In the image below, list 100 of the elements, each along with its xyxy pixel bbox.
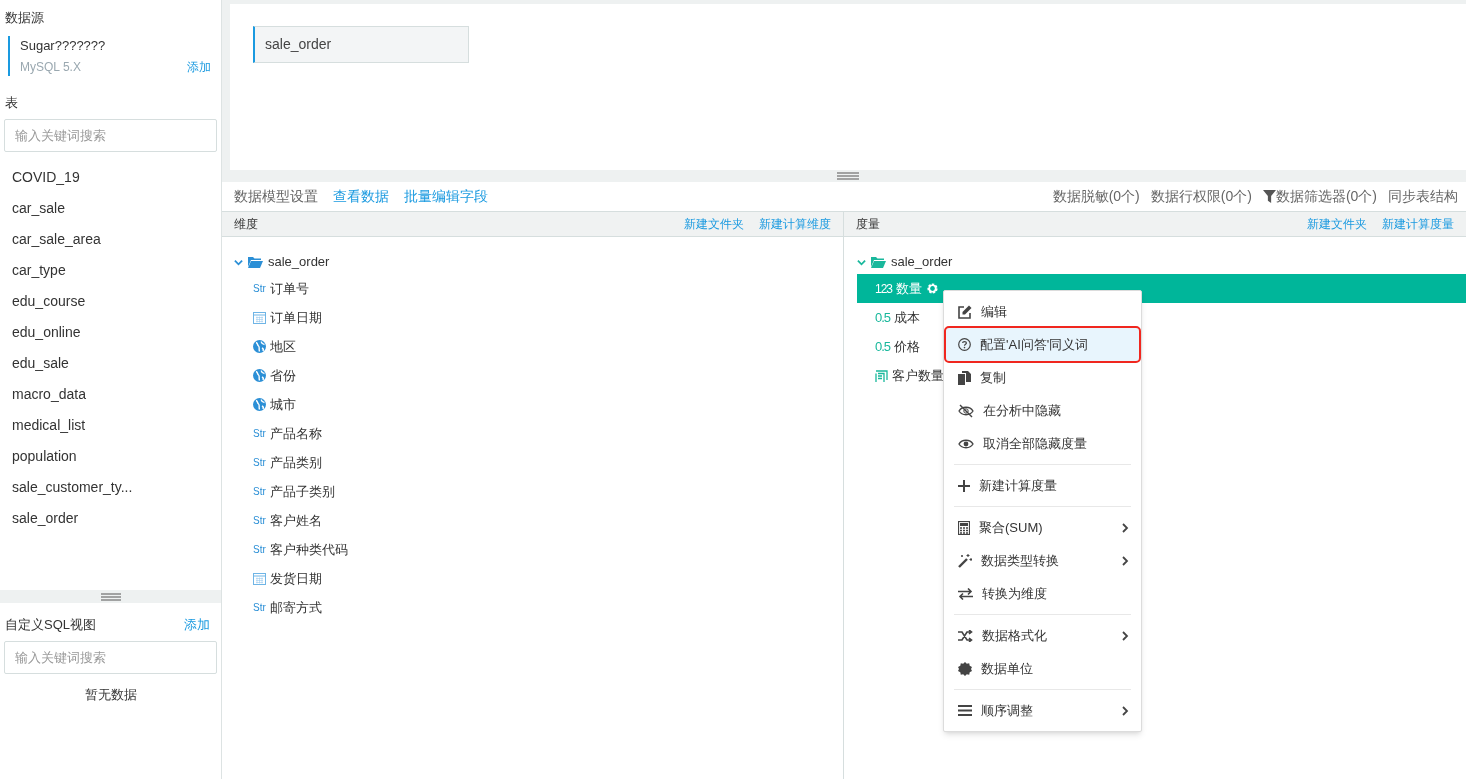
type-label: Str — [253, 282, 266, 296]
field-item[interactable]: 城市 — [234, 390, 843, 419]
menu-item[interactable]: 取消全部隐藏度量 — [946, 427, 1139, 460]
plus-icon — [958, 479, 970, 492]
column-title: 度量 — [856, 216, 880, 233]
field-item[interactable]: Str 产品类别 — [234, 448, 843, 477]
menu-item[interactable]: 数据单位 — [946, 652, 1139, 685]
field-name: 省份 — [270, 366, 296, 385]
globe-icon — [253, 340, 266, 353]
badge-icon — [958, 661, 972, 676]
field-name: 发货日期 — [270, 569, 322, 588]
field-item[interactable]: Str 客户姓名 — [234, 506, 843, 535]
search-field[interactable]: 输入关键词搜索 — [4, 640, 217, 674]
field-name: 邮寄方式 — [269, 598, 322, 617]
menu-item[interactable]: 在分析中隐藏 — [946, 394, 1139, 427]
table-list-item[interactable]: population — [4, 440, 217, 472]
calendar-icon — [253, 572, 266, 585]
eye-icon — [958, 437, 974, 450]
table-list-item[interactable]: edu_course — [4, 285, 217, 317]
calendar-icon — [253, 311, 266, 324]
table-list-item[interactable]: sale_customer_ty... — [4, 471, 217, 503]
field-item[interactable]: 订单日期 — [234, 303, 843, 332]
field-name: 产品子类别 — [269, 482, 335, 501]
field-item[interactable]: 0.5 成本 — [857, 303, 925, 332]
section-heading: 数据源 — [4, 9, 45, 27]
field-item[interactable]: 0.5 价格 — [857, 332, 925, 361]
field-name: 产品名称 — [269, 424, 322, 443]
globe-icon — [253, 369, 266, 382]
menu-item[interactable]: 新建计算度量 — [946, 469, 1139, 502]
magic-wand-icon — [958, 553, 972, 568]
shuffle-icon — [958, 629, 973, 642]
type-label: Str — [253, 427, 266, 441]
column-title: 维度 — [234, 216, 258, 233]
field-name: 产品类别 — [269, 453, 322, 472]
field-item[interactable]: 省份 — [234, 361, 843, 390]
table-list-item[interactable]: macro_data — [4, 378, 217, 410]
section-heading: 自定义SQL视图 — [4, 616, 96, 634]
field-name: 订单日期 — [270, 308, 322, 327]
swap-arrows-icon — [958, 587, 973, 600]
table-list-item[interactable]: sale_order — [4, 502, 217, 534]
chevron-down-icon[interactable] — [857, 257, 866, 267]
toolbar-link[interactable]: 数据行权限(0个) — [1150, 186, 1252, 207]
copy-icon — [958, 370, 971, 385]
field-item[interactable]: 客户数量 — [857, 361, 948, 390]
type-label: Str — [253, 485, 266, 499]
hidden-eye-icon — [958, 403, 974, 418]
field-item[interactable]: 地区 — [234, 332, 843, 361]
field-name: 客户姓名 — [269, 511, 322, 530]
empty-message: 暂无数据 — [83, 685, 138, 704]
field-item[interactable]: Str 邮寄方式 — [234, 593, 843, 622]
filter-icon — [1262, 190, 1276, 203]
datasource-item[interactable]: Sugar??????? MySQL 5.X 添加 — [8, 35, 217, 76]
field-item[interactable]: Str 客户种类代码 — [234, 535, 843, 564]
table-list-item[interactable]: medical_list — [4, 409, 217, 441]
field-name: 城市 — [270, 395, 296, 414]
toolbar-link[interactable]: 数据脱敏(0个) — [1052, 186, 1140, 207]
toolbar-link[interactable]: 同步表结构 — [1388, 186, 1458, 207]
table-list-item[interactable]: edu_online — [4, 316, 217, 348]
table-list-item[interactable]: car_type — [4, 254, 217, 286]
menu-item[interactable]: 顺序调整 — [946, 694, 1139, 727]
drag-handle-icon[interactable] — [100, 592, 121, 601]
menu-item[interactable]: 复制 — [946, 361, 1139, 394]
field-name: 客户种类代码 — [269, 540, 348, 559]
type-label: 0.5 — [875, 308, 891, 327]
settings-icon[interactable] — [926, 282, 940, 295]
table-list-item[interactable]: edu_sale — [4, 347, 217, 379]
count-icon — [875, 369, 888, 382]
search-field[interactable]: 输入关键词搜索 — [4, 118, 217, 152]
field-item[interactable]: Str 产品名称 — [234, 419, 843, 448]
table-node[interactable]: sale_order — [253, 26, 469, 63]
folder-icon — [248, 256, 263, 268]
folder-icon — [871, 256, 886, 268]
globe-icon — [253, 398, 266, 411]
field-name: 客户数量 — [892, 366, 944, 385]
field-name: 成本 — [894, 308, 921, 327]
field-item[interactable]: Str 产品子类别 — [234, 477, 843, 506]
drag-handle-icon[interactable] — [837, 172, 859, 180]
menu-item[interactable]: 数据格式化 — [946, 619, 1139, 652]
datasource-type: MySQL 5.X — [20, 59, 81, 76]
table-list-item[interactable]: COVID_19 — [4, 161, 217, 193]
field-item[interactable]: Str 订单号 — [234, 274, 843, 303]
field-item[interactable]: 发货日期 — [234, 564, 843, 593]
datasource-name: Sugar??????? — [20, 36, 107, 55]
type-label: 0.5 — [875, 337, 891, 356]
type-label: Str — [253, 601, 266, 615]
table-list-item[interactable]: car_sale_area — [4, 223, 217, 255]
calculator-icon — [958, 520, 970, 535]
type-label: Str — [253, 456, 266, 470]
menu-item[interactable]: 配置'AI问答'同义词 — [946, 328, 1139, 361]
field-name: 数量 — [896, 279, 923, 298]
menu-item[interactable]: 聚合(SUM) — [946, 511, 1139, 544]
menu-item[interactable]: 转换为维度 — [946, 577, 1139, 610]
field-name: 价格 — [894, 337, 921, 356]
filter-button[interactable]: 数据筛选器(0个) — [1262, 186, 1377, 207]
menu-item[interactable]: 数据类型转换 — [946, 544, 1139, 577]
field-name: 订单号 — [269, 279, 309, 298]
toolbar-title: 数据模型设置 — [234, 187, 318, 206]
type-label: Str — [253, 543, 266, 557]
chevron-down-icon[interactable] — [234, 257, 243, 267]
table-list-item[interactable]: car_sale — [4, 192, 217, 224]
